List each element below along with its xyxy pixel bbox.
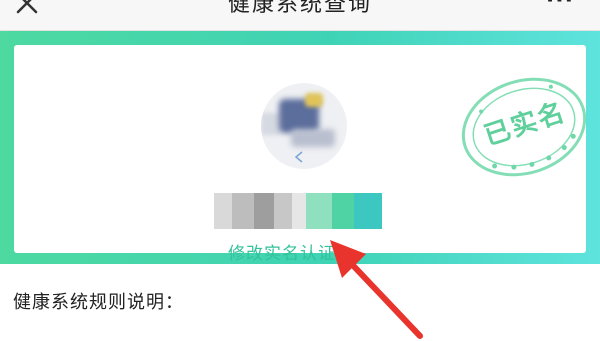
identity-card: 修改实名认证> 已实名 [14,45,587,264]
more-icon[interactable]: ··· [546,0,574,13]
nav-bar: 健康系统查询 ··· [0,0,600,31]
avatar [261,83,347,169]
identity-banner: 修改实名认证> 已实名 [0,31,600,264]
rules-section: 健康系统规则说明： [0,264,600,341]
redacted-name [214,193,382,229]
rules-title: 健康系统规则说明： [13,292,184,313]
chevron-left-icon [294,151,303,163]
red-arrow-icon [330,240,423,339]
stamp-text: 已实名 [480,96,569,151]
page-title: 健康系统查询 [227,0,372,17]
verified-stamp: 已实名 [461,77,587,177]
